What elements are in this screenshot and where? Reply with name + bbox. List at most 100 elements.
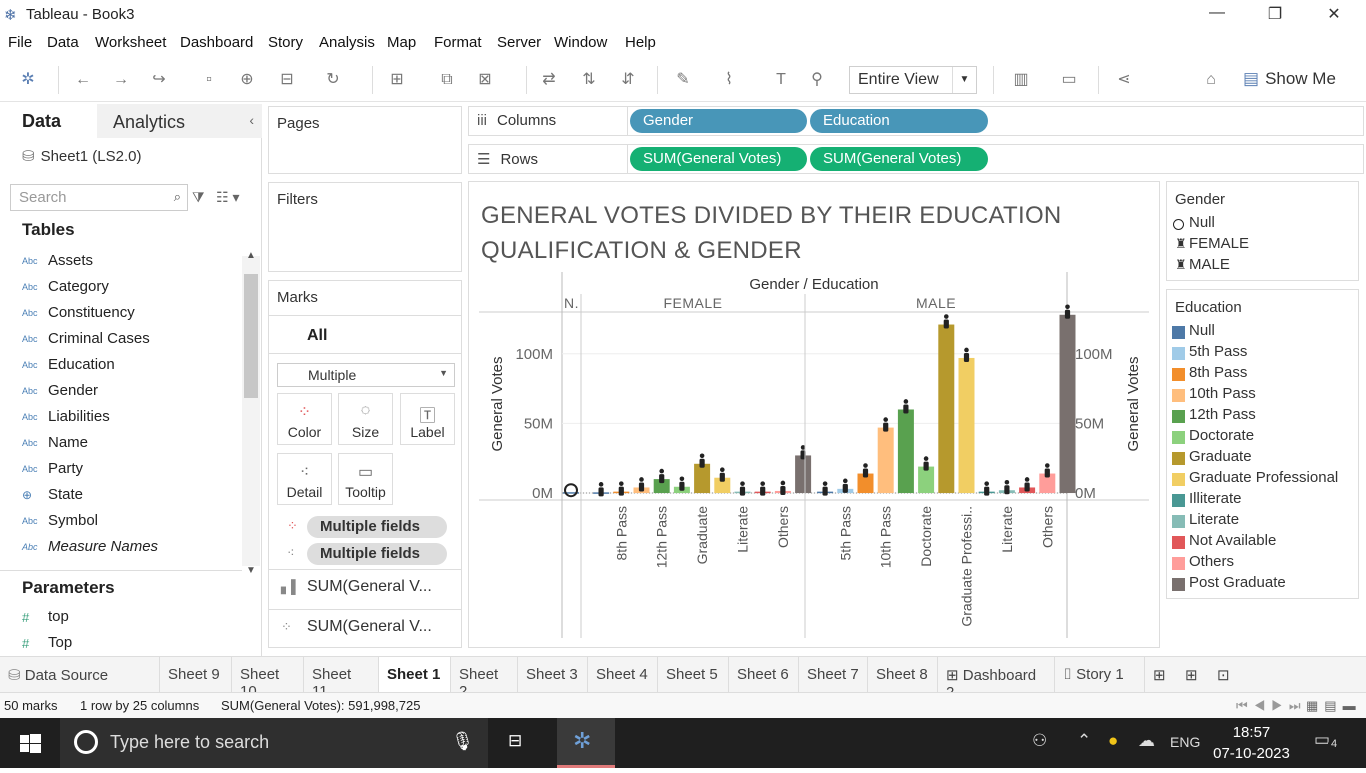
- start-button[interactable]: [0, 718, 60, 768]
- rows-shelf[interactable]: ☰ Rows SUM(General Votes) SUM(General Vot…: [468, 144, 1364, 174]
- menu-window[interactable]: Window: [554, 34, 607, 51]
- field-item[interactable]: Abc Criminal Cases: [22, 330, 150, 347]
- parameter-item[interactable]: # Top: [22, 634, 72, 651]
- redo-icon[interactable]: →: [110, 70, 132, 90]
- menu-server[interactable]: Server: [497, 34, 541, 51]
- sheet-view-icons[interactable]: ▦▤▬: [1306, 698, 1362, 714]
- presentation-mode-icon[interactable]: ▭: [1058, 70, 1080, 90]
- app-tray-icon[interactable]: ●: [1108, 731, 1118, 751]
- fix-axes-icon[interactable]: ⚲: [806, 70, 828, 90]
- data-source-tab[interactable]: ⛁ Data Source: [0, 657, 160, 692]
- tab-data[interactable]: Data: [0, 104, 97, 138]
- color-pill-row[interactable]: ⁘ Multiple fields: [275, 516, 453, 538]
- filter-icon[interactable]: ⧩: [192, 189, 205, 206]
- gender-pill[interactable]: Gender: [630, 109, 807, 133]
- network-icon[interactable]: ☁: [1138, 731, 1155, 751]
- legend-item[interactable]: 12th Pass: [1167, 406, 1358, 427]
- menu-dashboard[interactable]: Dashboard: [180, 34, 253, 51]
- legend-item[interactable]: 8th Pass: [1167, 364, 1358, 385]
- menu-map[interactable]: Map: [387, 34, 416, 51]
- field-item[interactable]: Abc Constituency: [22, 304, 135, 321]
- sheet-nav-arrows[interactable]: ⏮◀▶⏭: [1236, 698, 1307, 714]
- multiple-fields-pill[interactable]: Multiple fields: [307, 543, 447, 565]
- close-icon[interactable]: ✕: [1319, 4, 1349, 24]
- replay-icon[interactable]: ↪: [148, 70, 170, 90]
- swap-rows-columns-icon[interactable]: ⇄: [538, 70, 560, 90]
- field-item[interactable]: Abc Symbol: [22, 512, 98, 529]
- menu-analysis[interactable]: Analysis: [319, 34, 375, 51]
- duplicate-sheet-icon[interactable]: ⧉: [436, 70, 458, 90]
- datasource-item[interactable]: ⛁ Sheet1 (LS2.0): [22, 147, 141, 165]
- menu-data[interactable]: Data: [47, 34, 79, 51]
- legend-item[interactable]: Literate: [1167, 511, 1358, 532]
- new-worksheet-icon[interactable]: ⊞: [386, 70, 408, 90]
- sheet-tab[interactable]: ⌷ Story 1: [1055, 657, 1145, 692]
- parameter-item[interactable]: # top: [22, 608, 69, 625]
- menu-format[interactable]: Format: [434, 34, 482, 51]
- bar-chart[interactable]: Gender / Education 0M 0M 50M 50M 100M 100M Gene…: [469, 182, 1159, 647]
- tableau-taskbar-button[interactable]: ✲: [557, 718, 615, 768]
- filters-card[interactable]: Filters: [268, 182, 462, 272]
- label-button[interactable]: 🅃 Label: [400, 393, 455, 445]
- field-item[interactable]: Abc Education: [22, 356, 115, 373]
- field-item[interactable]: ⊕ State: [22, 486, 83, 503]
- view-options-icon[interactable]: ☷ ▾: [216, 189, 239, 206]
- legend-item[interactable]: Post Graduate: [1167, 574, 1358, 595]
- show-hidden-icons[interactable]: ⌃: [1077, 731, 1091, 751]
- legend-item[interactable]: ♜ FEMALE: [1167, 235, 1358, 256]
- tooltip-button[interactable]: ▭ Tooltip: [338, 453, 393, 505]
- color-button[interactable]: ⁘ Color: [277, 393, 332, 445]
- multiple-fields-pill[interactable]: Multiple fields: [307, 516, 447, 538]
- new-worksheet-icon[interactable]: ⊞: [1145, 657, 1177, 692]
- legend-item[interactable]: Others: [1167, 553, 1358, 574]
- sheet-tab[interactable]: Sheet 5: [658, 657, 729, 692]
- undo-icon[interactable]: ←: [72, 70, 94, 90]
- sheet-tab[interactable]: Sheet 2: [451, 657, 518, 700]
- format-painter-icon[interactable]: ⌂: [1200, 70, 1222, 90]
- new-datasource-icon[interactable]: ⊕: [236, 70, 258, 90]
- highlight-icon[interactable]: ✎: [672, 70, 694, 90]
- legend-item[interactable]: ♜ MALE: [1167, 256, 1358, 277]
- legend-item[interactable]: Illiterate: [1167, 490, 1358, 511]
- size-button[interactable]: ◌ Size: [338, 393, 393, 445]
- legend-item[interactable]: Null: [1167, 322, 1358, 343]
- pause-updates-icon[interactable]: ⊟: [276, 70, 298, 90]
- people-icon[interactable]: ⚇: [1032, 731, 1047, 751]
- scroll-up-icon[interactable]: ▲: [246, 250, 256, 261]
- education-pill[interactable]: Education: [810, 109, 988, 133]
- tableau-home-icon[interactable]: ✲: [17, 70, 39, 90]
- sheet-tab[interactable]: Sheet 8: [868, 657, 938, 692]
- sort-ascending-icon[interactable]: ⇅: [578, 70, 600, 90]
- sheet-tab[interactable]: Sheet 3: [518, 657, 588, 692]
- columns-shelf[interactable]: iii Columns Gender Education: [468, 106, 1364, 136]
- legend-item[interactable]: 10th Pass: [1167, 385, 1358, 406]
- show-me-button[interactable]: ▤ Show Me: [1243, 69, 1336, 89]
- sum-general-votes-pill[interactable]: SUM(General Votes): [630, 147, 807, 171]
- legend-item[interactable]: Graduate Professional: [1167, 469, 1358, 490]
- field-item[interactable]: Abc Liabilities: [22, 408, 110, 425]
- data-pane-scrollbar[interactable]: ▲ ▼: [242, 250, 260, 576]
- menu-help[interactable]: Help: [625, 34, 656, 51]
- sheet-tab[interactable]: Sheet 6: [729, 657, 799, 692]
- field-item[interactable]: Abc Category: [22, 278, 109, 295]
- group-icon[interactable]: ⌇: [718, 70, 740, 90]
- marks-all-tab[interactable]: All: [307, 327, 327, 345]
- sheet-tab[interactable]: Sheet 1: [379, 657, 451, 692]
- legend-item[interactable]: Doctorate: [1167, 427, 1358, 448]
- new-story-icon[interactable]: ⊡: [1209, 657, 1241, 692]
- legend-item[interactable]: Not Available: [1167, 532, 1358, 553]
- field-item[interactable]: Abc Assets: [22, 252, 93, 269]
- notifications-icon[interactable]: ▭ 4: [1314, 730, 1341, 750]
- sheet-tab[interactable]: Sheet 4: [588, 657, 658, 692]
- menu-file[interactable]: File: [8, 34, 32, 51]
- save-icon[interactable]: ▫: [198, 70, 220, 90]
- taskbar-search-input[interactable]: Type here to search 🎙: [60, 718, 488, 768]
- maximize-icon[interactable]: ❐: [1260, 4, 1290, 24]
- fit-dropdown[interactable]: Entire View ▼: [849, 66, 977, 94]
- chart-view[interactable]: GENERAL VOTES DIVIDED BY THEIR EDUCATION…: [468, 181, 1160, 648]
- search-input[interactable]: Search ⌕: [10, 184, 188, 211]
- refresh-icon[interactable]: ↻: [322, 70, 344, 90]
- detail-pill-row[interactable]: ⁖ Multiple fields: [275, 543, 453, 565]
- new-dashboard-icon[interactable]: ⊞: [1177, 657, 1209, 692]
- legend-item[interactable]: 5th Pass: [1167, 343, 1358, 364]
